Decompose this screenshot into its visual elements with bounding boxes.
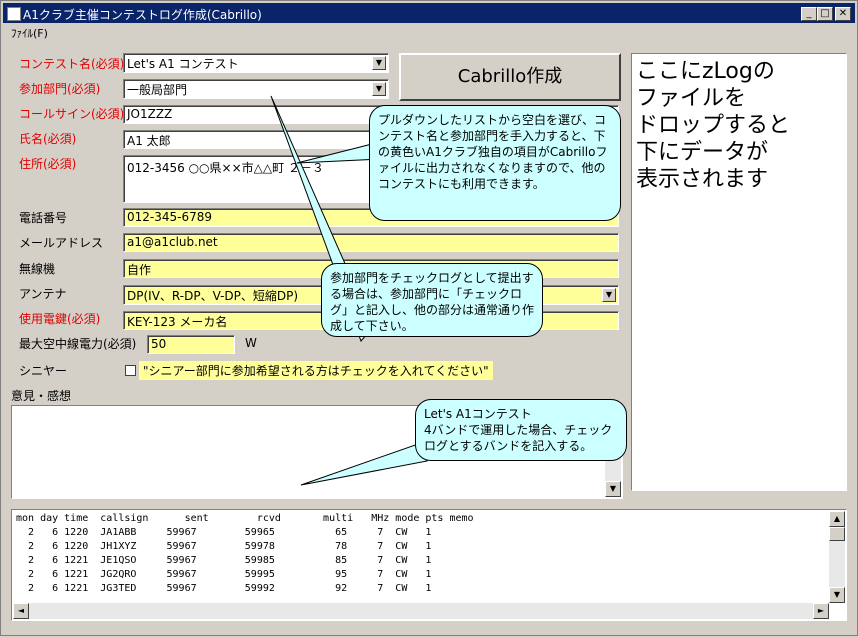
chevron-down-icon[interactable]: ▼ [829, 587, 845, 603]
callout-blank-selection: プルダウンしたリストから空白を選び、コンテスト名と参加部門を手入力すると、下の黄… [369, 105, 621, 221]
callout3-pointer [300, 442, 428, 486]
callout-check-log: 参加部門をチェックログとして提出する場合は、参加部門に「チェックログ」と記入し、… [321, 263, 543, 337]
log-vertical-scrollbar[interactable]: ▲ ▼ [829, 511, 845, 603]
log-row: 2 6 1220 JA1ABB 59967 59965 65 7 CW 1 [16, 527, 432, 538]
log-row: 2 6 1221 JG3TED 59967 59992 92 7 CW 1 [16, 583, 432, 594]
main-window: A1クラブ主催コンテストログ作成(Cabrillo) _ □ ✕ ﾌｧｲﾙ(F)… [0, 0, 858, 636]
chevron-left-icon[interactable]: ◄ [13, 603, 29, 619]
log-row: 2 6 1221 JG2QRO 59967 59995 95 7 CW 1 [16, 569, 432, 580]
callout-four-band: Let's A1コンテスト 4バンドで運用した場合、チェックログとするバンドを記… [415, 399, 627, 461]
scroll-thumb[interactable] [829, 527, 845, 541]
log-list[interactable]: mon day time callsign sent rcvd multi MH… [11, 509, 847, 621]
chevron-right-icon[interactable]: ► [813, 603, 829, 619]
log-row: 2 6 1220 JH1XYZ 59967 59978 78 7 CW 1 [16, 541, 432, 552]
chevron-up-icon[interactable]: ▲ [829, 511, 845, 527]
log-horizontal-scrollbar[interactable]: ◄ ► [13, 603, 829, 619]
log-header: mon day time callsign sent rcvd multi MH… [16, 513, 474, 524]
log-row: 2 6 1221 JE1QSO 59967 59985 85 7 CW 1 [16, 555, 432, 566]
